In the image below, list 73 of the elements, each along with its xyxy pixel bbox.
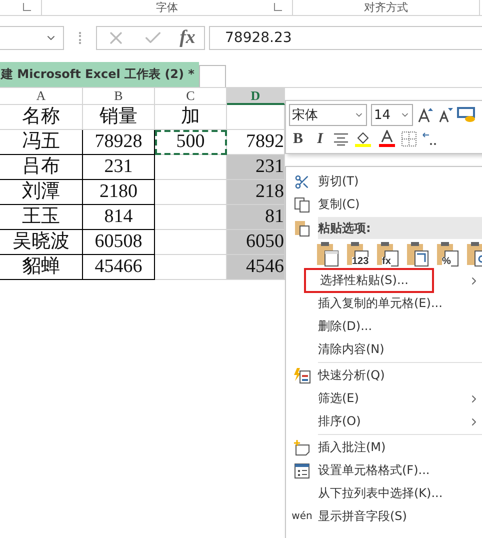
table-cell: 81	[227, 205, 285, 230]
table-cell: 6050	[227, 230, 285, 255]
header-cell: 销量	[83, 105, 155, 130]
menu-item[interactable]: 插入复制的单元格(E)...	[318, 295, 442, 312]
paste-icon	[294, 218, 310, 236]
group-label: 字体	[156, 1, 178, 14]
font-name-box[interactable]: 宋体	[289, 104, 367, 126]
menu-item[interactable]: 插入批注(M)	[318, 439, 386, 456]
header-cell: 加	[155, 105, 227, 130]
shrink-font-icon[interactable]	[437, 107, 453, 123]
insert-function-button[interactable]: fx	[180, 27, 196, 49]
menu-item[interactable]: 选择性粘贴(S)...	[304, 268, 434, 293]
grow-font-icon[interactable]	[417, 107, 433, 123]
column-header[interactable]: C	[155, 88, 227, 105]
menu-item[interactable]: 快速分析(Q)	[318, 367, 385, 384]
header-cell: 名称	[0, 105, 83, 130]
table-cell	[155, 180, 227, 205]
table-cell: 吕布	[0, 155, 83, 180]
table-cell: 45466	[83, 255, 155, 280]
table-cell: 500	[155, 130, 227, 155]
table-cell	[155, 155, 227, 180]
menu-item[interactable]: 显示拼音字段(S)	[318, 508, 407, 525]
table-cell: 王玉	[0, 205, 83, 230]
formula-input[interactable]: 78928.23	[209, 26, 482, 50]
table-cell: 218	[227, 180, 285, 205]
decimal-icon[interactable]	[421, 131, 439, 147]
table-cell: 231	[227, 155, 285, 180]
menu-item[interactable]: 清除内容(N)	[318, 341, 384, 358]
table-cell	[155, 255, 227, 280]
scissors-icon	[294, 174, 310, 190]
table-cell: 231	[83, 155, 155, 180]
menu-item[interactable]: 从下拉列表中选择(K)...	[318, 485, 443, 502]
table-cell: 冯五	[0, 130, 83, 155]
menu-item[interactable]: 复制(C)	[318, 196, 360, 213]
copy-icon	[294, 196, 310, 212]
cell-styles-icon[interactable]	[457, 107, 477, 123]
column-header[interactable]: D	[227, 88, 285, 105]
dialog-launcher-icon[interactable]	[274, 3, 282, 11]
align-center-icon[interactable]	[333, 132, 349, 146]
table-cell: 刘潭	[0, 180, 83, 205]
menu-item[interactable]: 删除(D)...	[318, 318, 372, 335]
bold-button[interactable]: B	[289, 130, 307, 148]
menu-item[interactable]: 设置单元格格式(F)...	[318, 462, 430, 479]
menu-item[interactable]: 剪切(T)	[318, 173, 359, 190]
workbook-tab[interactable]: 建 Microsoft Excel 工作表 (2) *	[0, 62, 199, 87]
quick-analysis-icon	[293, 368, 311, 384]
table-cell: 7892	[227, 130, 285, 155]
column-header[interactable]: B	[83, 88, 155, 105]
menu-section-header: 粘贴选项:	[318, 216, 482, 238]
table-cell: 4546	[227, 255, 285, 280]
table-cell: 2180	[83, 180, 155, 205]
font-color-icon[interactable]	[377, 130, 397, 148]
table-cell: 60508	[83, 230, 155, 255]
new-comment-icon	[293, 440, 311, 456]
italic-button[interactable]: I	[311, 130, 329, 148]
menu-item[interactable]: 筛选(E)	[318, 390, 359, 407]
pinyin-icon: wén	[292, 510, 312, 522]
column-header[interactable]: A	[0, 88, 83, 105]
table-cell: 78928	[83, 130, 155, 155]
table-cell	[155, 230, 227, 255]
format-cells-icon	[294, 462, 310, 478]
menu-item[interactable]: 排序(O)	[318, 413, 361, 430]
fill-color-icon[interactable]	[353, 130, 373, 148]
group-label: 对齐方式	[364, 1, 408, 14]
dialog-launcher-icon[interactable]	[23, 3, 31, 11]
table-cell	[155, 205, 227, 230]
table-cell: 貂蝉	[0, 255, 83, 280]
paste-option-button[interactable]	[406, 241, 430, 267]
table-cell: 吴晓波	[0, 230, 83, 255]
borders-icon[interactable]	[401, 131, 417, 147]
font-size-box[interactable]: 14	[371, 104, 413, 126]
paste-option-button[interactable]	[316, 241, 340, 267]
table-cell: 814	[83, 205, 155, 230]
